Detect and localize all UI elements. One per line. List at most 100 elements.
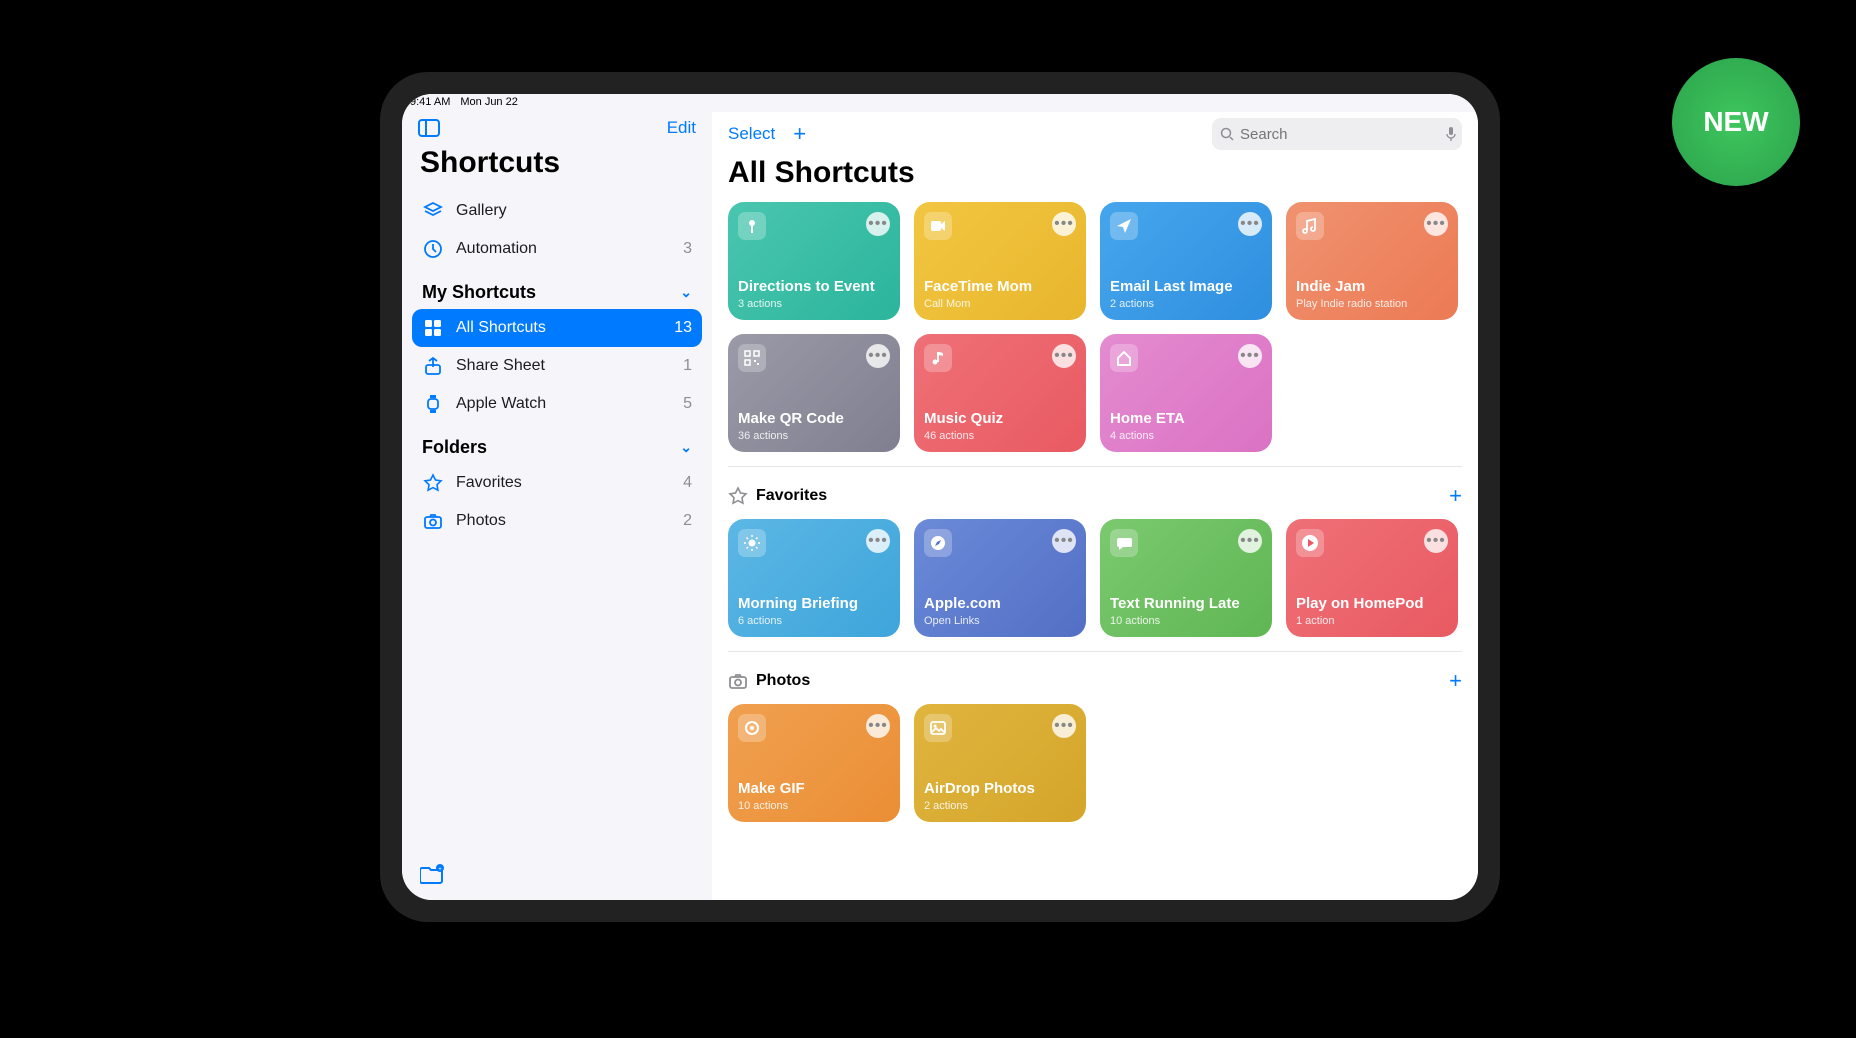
shortcut-tile-apple-com[interactable]: ••• Apple.com Open Links (914, 519, 1086, 637)
tile-title: Make GIF (738, 780, 890, 798)
tile-more-button[interactable]: ••• (866, 344, 890, 368)
tile-subtitle: 4 actions (1110, 430, 1262, 442)
sidebar-item-automation[interactable]: Automation 3 (412, 230, 702, 268)
safari-icon (924, 529, 952, 557)
sidebar-item-label: Automation (456, 240, 537, 258)
tile-title: Apple.com (924, 595, 1076, 613)
video-icon (924, 212, 952, 240)
tile-subtitle: Play Indie radio station (1296, 298, 1448, 310)
chevron-down-icon: ⌄ (680, 439, 692, 456)
add-to-photos-button[interactable]: + (1449, 668, 1462, 694)
shortcut-tile-home-eta[interactable]: ••• Home ETA 4 actions (1100, 334, 1272, 452)
sidebar-item-label: Gallery (456, 202, 507, 220)
sidebar: Edit Shortcuts Gallery Automation 3 My S… (402, 112, 712, 900)
sidebar-item-all-shortcuts[interactable]: All Shortcuts 13 (412, 309, 702, 347)
tile-title: Play on HomePod (1296, 595, 1448, 613)
sidebar-title: Shortcuts (412, 142, 702, 192)
tile-title: Music Quiz (924, 410, 1076, 428)
home-icon (1110, 344, 1138, 372)
sidebar-item-count: 1 (683, 357, 692, 375)
shortcut-tile-text-running-late[interactable]: ••• Text Running Late 10 actions (1100, 519, 1272, 637)
shortcut-tile-make-qr-code[interactable]: ••• Make QR Code 36 actions (728, 334, 900, 452)
tile-subtitle: 2 actions (1110, 298, 1262, 310)
shortcut-tile-indie-jam[interactable]: ••• Indie Jam Play Indie radio station (1286, 202, 1458, 320)
tile-title: Email Last Image (1110, 278, 1262, 296)
sidebar-item-label: Favorites (456, 474, 522, 492)
tile-subtitle: Call Mom (924, 298, 1076, 310)
tile-subtitle: 6 actions (738, 615, 890, 627)
sidebar-item-label: All Shortcuts (456, 319, 546, 337)
shortcut-tile-music-quiz[interactable]: ••• Music Quiz 46 actions (914, 334, 1086, 452)
play-icon (1296, 529, 1324, 557)
tile-more-button[interactable]: ••• (1424, 212, 1448, 236)
star-icon (422, 472, 444, 494)
section-title: Favorites (756, 487, 827, 505)
tile-title: Morning Briefing (738, 595, 890, 613)
sidebar-item-share-sheet[interactable]: Share Sheet 1 (412, 347, 702, 385)
shortcut-tile-make-gif[interactable]: ••• Make GIF 10 actions (728, 704, 900, 822)
main-panel: Select + All Shortcuts ••• Directio (712, 112, 1478, 900)
content-area: ••• Directions to Event 3 actions ••• Fa… (712, 202, 1478, 900)
status-time: 9:41 AM (410, 96, 450, 112)
tile-more-button[interactable]: ••• (1052, 344, 1076, 368)
tile-title: Text Running Late (1110, 595, 1262, 613)
shortcut-tile-morning-briefing[interactable]: ••• Morning Briefing 6 actions (728, 519, 900, 637)
tile-more-button[interactable]: ••• (866, 714, 890, 738)
camera-icon (422, 510, 444, 532)
sidebar-item-favorites[interactable]: Favorites 4 (412, 464, 702, 502)
plane-icon (1110, 212, 1138, 240)
sidebar-toggle-icon[interactable] (418, 119, 440, 137)
sidebar-item-photos[interactable]: Photos 2 (412, 502, 702, 540)
sidebar-item-apple-watch[interactable]: Apple Watch 5 (412, 385, 702, 423)
section-label: Folders (422, 437, 487, 458)
shortcut-tile-airdrop-photos[interactable]: ••• AirDrop Photos 2 actions (914, 704, 1086, 822)
ipad-screen: 9:41 AM Mon Jun 22 Edit Shortcuts Galler… (402, 94, 1478, 900)
sidebar-item-gallery[interactable]: Gallery (412, 192, 702, 230)
tile-more-button[interactable]: ••• (1424, 529, 1448, 553)
tile-more-button[interactable]: ••• (1052, 212, 1076, 236)
mic-icon[interactable] (1445, 126, 1457, 142)
sidebar-item-label: Photos (456, 512, 506, 530)
sidebar-item-label: Share Sheet (456, 357, 545, 375)
tile-title: Make QR Code (738, 410, 890, 428)
chevron-down-icon: ⌄ (680, 284, 692, 301)
sidebar-item-count: 13 (674, 319, 692, 337)
tile-more-button[interactable]: ••• (1052, 529, 1076, 553)
edit-button[interactable]: Edit (667, 118, 696, 138)
tile-grid: ••• Morning Briefing 6 actions ••• Apple… (728, 519, 1462, 637)
sidebar-item-count: 2 (683, 512, 692, 530)
shortcut-tile-directions-to-event[interactable]: ••• Directions to Event 3 actions (728, 202, 900, 320)
tile-more-button[interactable]: ••• (1238, 212, 1262, 236)
section-folders[interactable]: Folders ⌄ (412, 423, 702, 464)
shortcut-tile-play-on-homepod[interactable]: ••• Play on HomePod 1 action (1286, 519, 1458, 637)
pin-icon (738, 212, 766, 240)
camera-icon (728, 671, 748, 691)
add-to-favorites-button[interactable]: + (1449, 483, 1462, 509)
tile-more-button[interactable]: ••• (1238, 344, 1262, 368)
select-button[interactable]: Select (728, 124, 775, 144)
search-input[interactable] (1240, 126, 1439, 143)
music-icon (1296, 212, 1324, 240)
tile-more-button[interactable]: ••• (1052, 714, 1076, 738)
page-title: All Shortcuts (712, 154, 1478, 202)
shortcut-tile-email-last-image[interactable]: ••• Email Last Image 2 actions (1100, 202, 1272, 320)
tile-subtitle: 36 actions (738, 430, 890, 442)
search-field[interactable] (1212, 118, 1462, 150)
tile-more-button[interactable]: ••• (866, 529, 890, 553)
shortcut-tile-facetime-mom[interactable]: ••• FaceTime Mom Call Mom (914, 202, 1086, 320)
gallery-icon (422, 200, 444, 222)
new-folder-button[interactable]: + (412, 858, 702, 890)
tile-subtitle: 1 action (1296, 615, 1448, 627)
tile-grid: ••• Directions to Event 3 actions ••• Fa… (728, 202, 1462, 452)
tile-title: FaceTime Mom (924, 278, 1076, 296)
section-my-shortcuts[interactable]: My Shortcuts ⌄ (412, 268, 702, 309)
tile-subtitle: 3 actions (738, 298, 890, 310)
status-bar: 9:41 AM Mon Jun 22 (402, 94, 1478, 112)
tile-subtitle: Open Links (924, 615, 1076, 627)
tile-title: AirDrop Photos (924, 780, 1076, 798)
tile-more-button[interactable]: ••• (866, 212, 890, 236)
tile-subtitle: 10 actions (738, 800, 890, 812)
tile-more-button[interactable]: ••• (1238, 529, 1262, 553)
target-icon (738, 714, 766, 742)
add-shortcut-button[interactable]: + (793, 121, 806, 147)
